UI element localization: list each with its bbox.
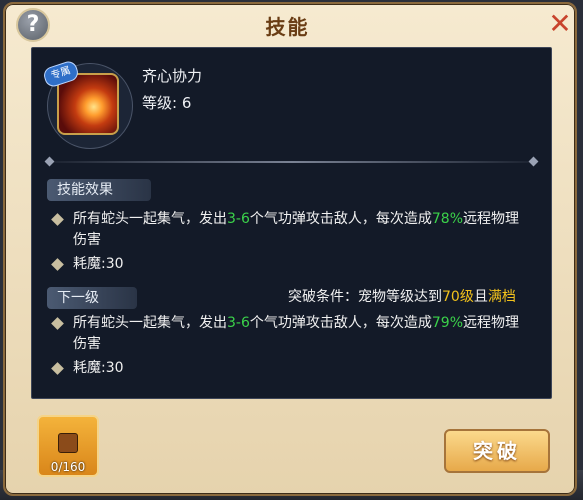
skill-book-icon [58, 433, 78, 453]
effect-description: 所有蛇头一起集气，发出3-6个气功弹攻击敌人，每次造成78%远程物理 伤害 [73, 211, 519, 248]
close-button[interactable]: ✕ [545, 10, 575, 40]
skill-level: 等级: 6 [142, 94, 192, 112]
next-mana-cost: 耗魔:30 [73, 360, 124, 376]
item-count: 0/160 [50, 460, 86, 474]
window-title: 技能 [265, 15, 310, 39]
next-level-label: 下一级 [47, 287, 137, 309]
effect-mana-cost: 耗魔:30 [73, 256, 124, 272]
section-divider [50, 161, 535, 163]
breakthrough-button[interactable]: 突破 [444, 429, 550, 473]
breakthrough-condition: 突破条件：宠物等级达到70级且满档 [288, 289, 516, 305]
title-bar: ? 技能 ✕ [10, 6, 572, 42]
skill-name: 齐心协力 [142, 67, 203, 85]
next-description: 所有蛇头一起集气，发出3-6个气功弹攻击敌人，每次造成79%远程物理 伤害 [73, 315, 519, 352]
close-icon: ✕ [548, 7, 572, 40]
skill-effect-label: 技能效果 [47, 179, 151, 201]
